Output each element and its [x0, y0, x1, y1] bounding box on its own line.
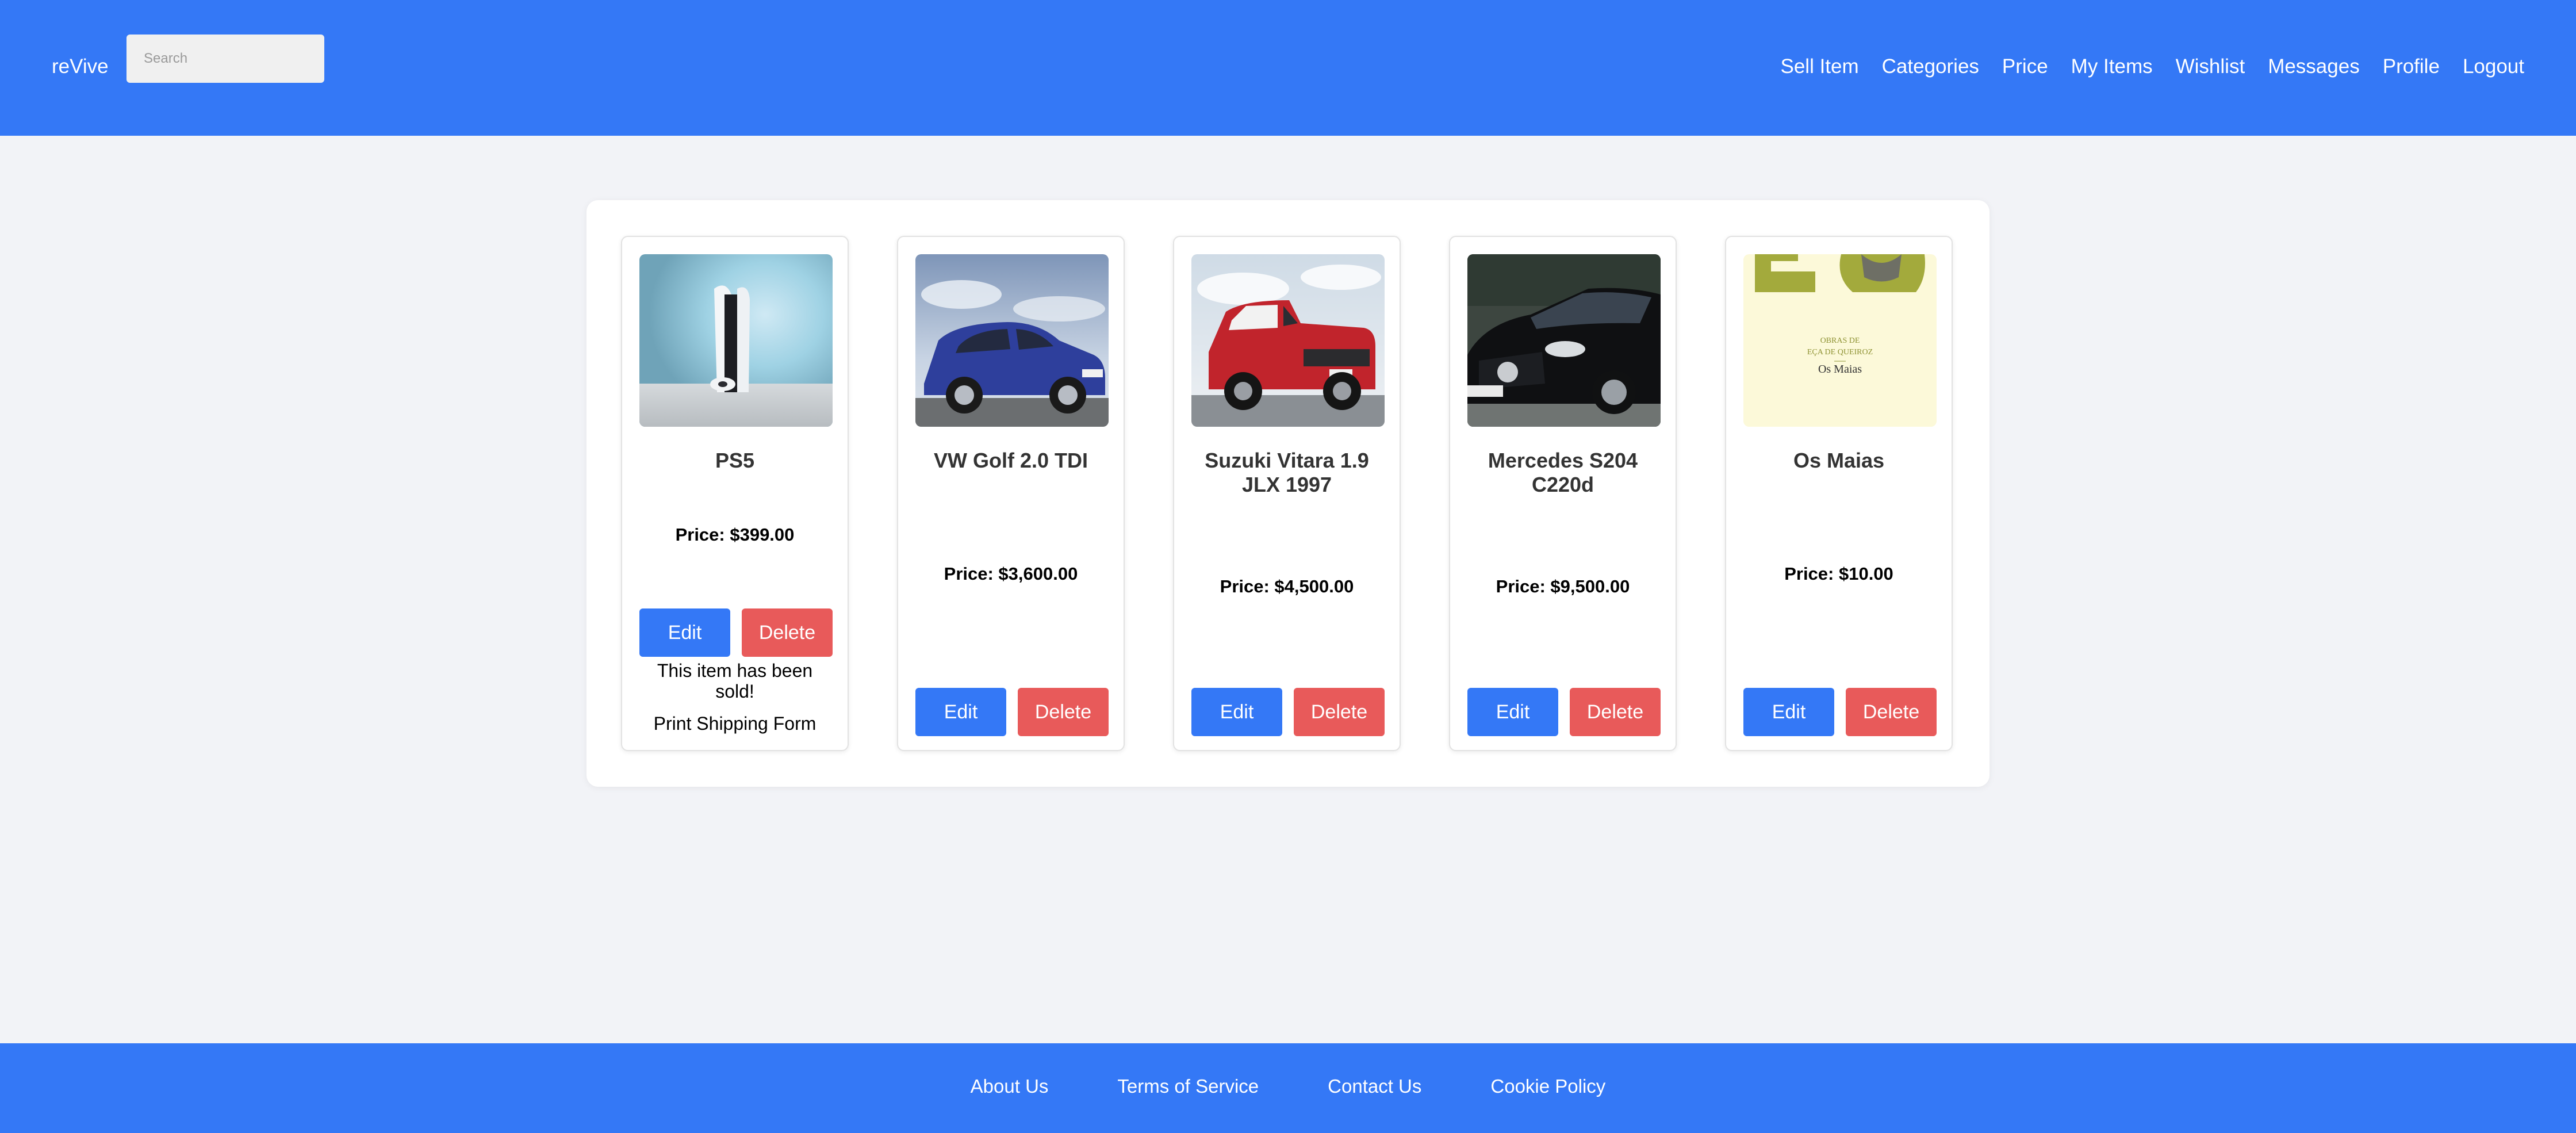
- cover-text-line-3: Os Maias: [1818, 363, 1862, 376]
- ps5-console-image: [639, 254, 833, 427]
- footer-about-us[interactable]: About Us: [971, 1075, 1049, 1097]
- footer: About Us Terms of Service Contact Us Coo…: [0, 1043, 2576, 1133]
- footer-contact-us[interactable]: Contact Us: [1328, 1075, 1421, 1097]
- item-image[interactable]: [639, 254, 833, 427]
- edit-button[interactable]: Edit: [639, 608, 730, 657]
- item-title: VW Golf 2.0 TDI: [933, 449, 1088, 472]
- black-estate-car-image: [1467, 254, 1661, 427]
- nav-sell-item[interactable]: Sell Item: [1781, 55, 1859, 78]
- nav-logout[interactable]: Logout: [2463, 55, 2524, 78]
- footer-terms-of-service[interactable]: Terms of Service: [1117, 1075, 1259, 1097]
- delete-button[interactable]: Delete: [1570, 688, 1661, 736]
- edit-button[interactable]: Edit: [1743, 688, 1834, 736]
- edit-button[interactable]: Edit: [1191, 688, 1282, 736]
- item-price: Price: $4,500.00: [1220, 576, 1354, 596]
- brand-logo[interactable]: reVive: [52, 55, 109, 78]
- item-image[interactable]: [915, 254, 1109, 427]
- delete-button[interactable]: Delete: [742, 608, 833, 657]
- nav-categories[interactable]: Categories: [1882, 55, 1979, 78]
- item-image[interactable]: OBRAS DE EÇA DE QUEIROZ Os Maias: [1743, 254, 1937, 427]
- item-title: PS5: [715, 449, 755, 472]
- item-price: Price: $9,500.00: [1496, 576, 1630, 596]
- item-price: Price: $399.00: [675, 525, 795, 545]
- delete-button[interactable]: Delete: [1294, 688, 1385, 736]
- item-card-vw-golf: VW Golf 2.0 TDI Price: $3,600.00 Edit De…: [897, 236, 1125, 751]
- edit-button[interactable]: Edit: [915, 688, 1006, 736]
- item-card-suzuki-vitara: Suzuki Vitara 1.9 JLX 1997 Price: $4,500…: [1173, 236, 1401, 751]
- search-input[interactable]: [126, 35, 324, 83]
- item-price: Price: $3,600.00: [944, 564, 1078, 584]
- main-nav: Sell Item Categories Price My Items Wish…: [1781, 55, 2525, 78]
- my-items-panel: PS5 Price: $399.00 Edit Delete This item…: [586, 200, 1989, 787]
- cover-text-line-1: OBRAS DE: [1820, 336, 1860, 345]
- sold-status-text: This item has been sold!: [657, 660, 813, 702]
- item-price: Price: $10.00: [1784, 564, 1893, 584]
- red-suv-image: [1191, 254, 1385, 427]
- footer-cookie-policy[interactable]: Cookie Policy: [1490, 1075, 1605, 1097]
- footer-links: About Us Terms of Service Contact Us Coo…: [0, 1075, 2576, 1097]
- edit-button[interactable]: Edit: [1467, 688, 1558, 736]
- delete-button[interactable]: Delete: [1018, 688, 1109, 736]
- nav-wishlist[interactable]: Wishlist: [2176, 55, 2245, 78]
- nav-my-items[interactable]: My Items: [2071, 55, 2153, 78]
- item-card-mercedes: Mercedes S204 C220d Price: $9,500.00 Edi…: [1449, 236, 1677, 751]
- item-title: Mercedes S204 C220d: [1488, 449, 1638, 496]
- nav-profile[interactable]: Profile: [2383, 55, 2440, 78]
- item-image[interactable]: [1191, 254, 1385, 427]
- item-title: Suzuki Vitara 1.9 JLX 1997: [1205, 449, 1369, 496]
- top-navbar: reVive Sell Item Categories Price My Ite…: [0, 0, 2576, 136]
- item-image[interactable]: [1467, 254, 1661, 427]
- cover-text-line-2: EÇA DE QUEIROZ: [1807, 348, 1873, 357]
- blue-hatchback-car-image: [915, 254, 1109, 427]
- item-card-os-maias: OBRAS DE EÇA DE QUEIROZ Os Maias Os Maia…: [1725, 236, 1953, 751]
- item-card-ps5: PS5 Price: $399.00 Edit Delete This item…: [621, 236, 849, 751]
- item-title: Os Maias: [1793, 449, 1885, 472]
- nav-price[interactable]: Price: [2002, 55, 2048, 78]
- nav-messages[interactable]: Messages: [2268, 55, 2360, 78]
- book-cover-image: OBRAS DE EÇA DE QUEIROZ Os Maias: [1743, 254, 1937, 427]
- delete-button[interactable]: Delete: [1846, 688, 1937, 736]
- print-shipping-form-link[interactable]: Print Shipping Form: [622, 713, 848, 734]
